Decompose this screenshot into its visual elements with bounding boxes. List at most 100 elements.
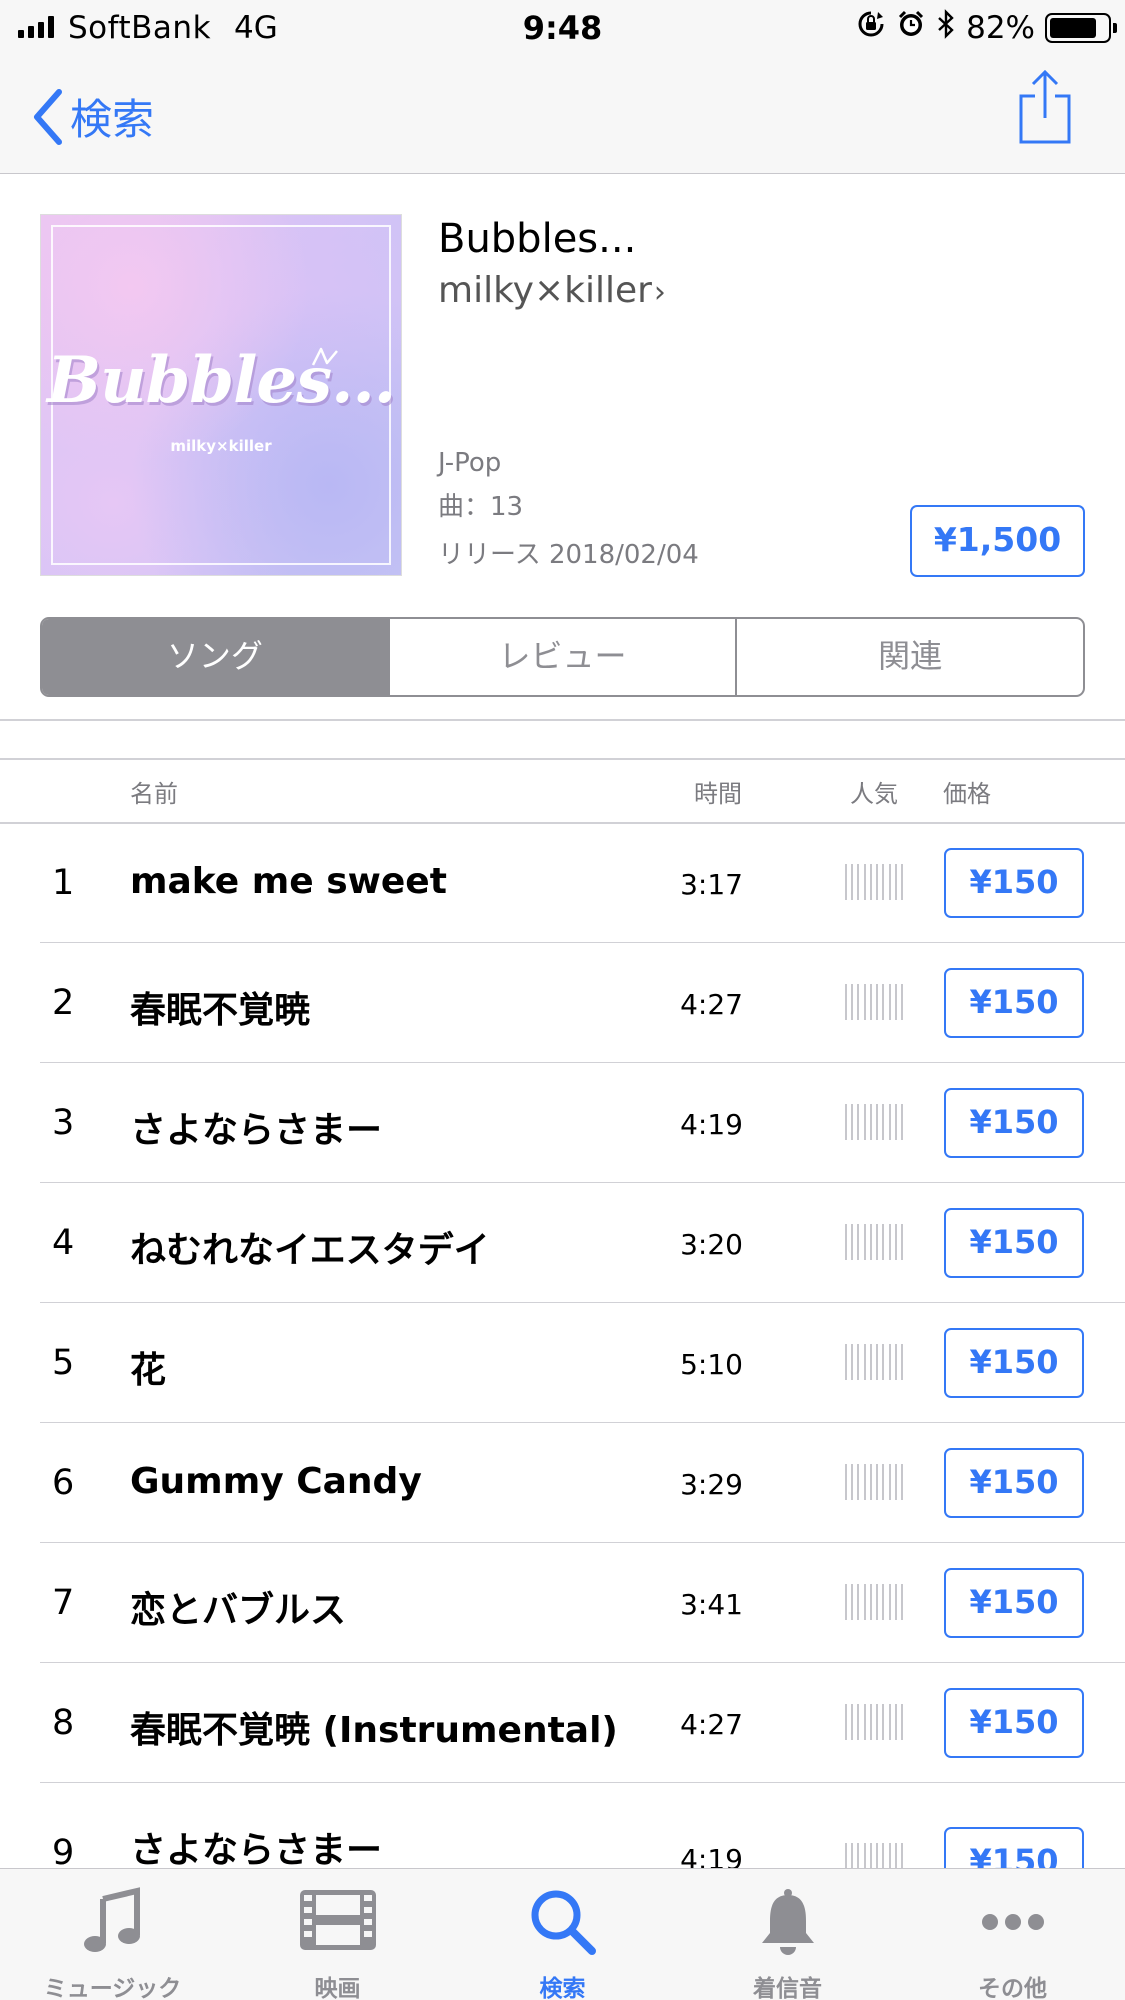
divider: [0, 719, 1125, 721]
track-duration: 4:27: [680, 1708, 743, 1741]
segment-songs[interactable]: ソング: [42, 619, 388, 695]
tab-label: その他: [978, 1976, 1047, 2000]
track-duration: 3:17: [680, 868, 743, 901]
tab-bar: ミュージック 映画 検索 着信音 その他: [0, 1868, 1125, 2000]
popularity-meter: [845, 1104, 903, 1140]
segmented-control: ソング レビュー 関連: [40, 617, 1085, 697]
track-title: Gummy Candy: [130, 1461, 422, 1502]
track-number: 7: [52, 1583, 75, 1623]
track-duration: 3:41: [680, 1588, 743, 1621]
track-duration: 3:20: [680, 1228, 743, 1261]
popularity-meter: [845, 864, 903, 900]
status-bar: SoftBank 4G 9:48 82%: [0, 0, 1125, 56]
divider: [0, 758, 1125, 760]
rotation-lock-icon: [856, 9, 886, 47]
track-row[interactable]: 8 春眠不覚暁 (Instrumental) 4:27 ¥150: [0, 1663, 1125, 1783]
track-row[interactable]: 3 さよならさまー 4:19 ¥150: [0, 1063, 1125, 1183]
track-list: 1 make me sweet 3:17 ¥150 2 春眠不覚暁 4:27 ¥…: [0, 823, 1125, 1903]
track-number: 2: [52, 983, 75, 1023]
track-price-button[interactable]: ¥150: [944, 1448, 1084, 1518]
back-button[interactable]: 検索: [30, 86, 154, 147]
track-title: さよならさまー: [130, 1830, 383, 1871]
search-icon: [531, 1890, 596, 1955]
track-title: 春眠不覚暁 (Instrumental): [130, 1710, 618, 1751]
tab-label: ミュージック: [43, 1976, 182, 2000]
tab-label: 着信音: [753, 1976, 822, 2000]
share-button[interactable]: [1015, 66, 1075, 150]
track-number: 9: [52, 1833, 75, 1873]
popularity-meter: [845, 1464, 903, 1500]
track-price-button[interactable]: ¥150: [944, 1088, 1084, 1158]
tab-ringtones[interactable]: 着信音: [675, 1869, 900, 2000]
track-price-button[interactable]: ¥150: [944, 1208, 1084, 1278]
tab-label: 検索: [539, 1976, 586, 2000]
tab-movies[interactable]: 映画: [225, 1869, 450, 2000]
column-header-popularity: 人気: [850, 780, 898, 808]
artwork-title: Bubbles...: [46, 343, 396, 418]
tab-label: 映画: [314, 1976, 361, 2000]
track-title: 春眠不覚暁: [130, 990, 311, 1031]
popularity-meter: [845, 984, 903, 1020]
column-header-time: 時間: [694, 780, 742, 808]
album-track-count: 曲：13: [438, 492, 524, 522]
popularity-meter: [845, 1704, 903, 1740]
track-price-button[interactable]: ¥150: [944, 848, 1084, 918]
album-price-button[interactable]: ¥1,500: [910, 505, 1085, 577]
popularity-meter: [845, 1584, 903, 1620]
track-price-button[interactable]: ¥150: [944, 1688, 1084, 1758]
track-title: make me sweet: [130, 861, 447, 902]
album-artwork[interactable]: Bubbles... milky×killer: [40, 214, 402, 576]
column-header-price: 価格: [943, 780, 991, 808]
battery-icon: [1045, 13, 1117, 43]
tab-search[interactable]: 検索: [450, 1869, 675, 2000]
track-price-button[interactable]: ¥150: [944, 1568, 1084, 1638]
track-number: 8: [52, 1703, 75, 1743]
artwork-subtitle: milky×killer: [170, 437, 272, 455]
track-duration: 4:27: [680, 988, 743, 1021]
track-title: 恋とバブルス: [130, 1590, 347, 1631]
track-title: ねむれなイエスタデイ: [130, 1230, 490, 1271]
navigation-bar: 検索: [0, 56, 1125, 174]
bell-icon: [761, 1889, 814, 1955]
tab-more[interactable]: その他: [900, 1869, 1125, 2000]
track-price-button[interactable]: ¥150: [944, 1328, 1084, 1398]
bluetooth-icon: [936, 9, 956, 47]
itunes-store-album-page: SoftBank 4G 9:48 82% 検索 Bubbles... milky…: [0, 0, 1125, 2000]
segment-related[interactable]: 関連: [735, 619, 1083, 695]
track-row[interactable]: 6 Gummy Candy 3:29 ¥150: [0, 1423, 1125, 1543]
film-icon: [299, 1890, 376, 1950]
tab-music[interactable]: ミュージック: [0, 1869, 225, 2000]
back-button-label: 検索: [70, 95, 155, 144]
track-price-button[interactable]: ¥150: [944, 968, 1084, 1038]
share-icon: [1015, 69, 1075, 150]
more-icon: [981, 1914, 1044, 1930]
column-header-name: 名前: [130, 780, 178, 808]
track-row[interactable]: 1 make me sweet 3:17 ¥150: [0, 823, 1125, 943]
track-title: 花: [130, 1350, 167, 1391]
track-number: 4: [52, 1223, 75, 1263]
track-row[interactable]: 2 春眠不覚暁 4:27 ¥150: [0, 943, 1125, 1063]
music-note-icon: [83, 1887, 140, 1952]
album-genre: J-Pop: [438, 448, 502, 478]
track-number: 3: [52, 1103, 75, 1143]
album-title: Bubbles...: [438, 216, 637, 262]
segment-reviews[interactable]: レビュー: [387, 619, 736, 695]
track-duration: 4:19: [680, 1108, 743, 1141]
alarm-icon: [896, 9, 926, 47]
album-release-date: リリース 2018/02/04: [438, 540, 699, 570]
track-number: 5: [52, 1343, 75, 1383]
track-number: 6: [52, 1463, 75, 1503]
artist-link[interactable]: milky×killer›: [438, 270, 666, 311]
chevron-right-icon: ›: [653, 275, 666, 310]
track-row[interactable]: 5 花 5:10 ¥150: [0, 1303, 1125, 1423]
track-number: 1: [52, 863, 75, 903]
track-row[interactable]: 7 恋とバブルス 3:41 ¥150: [0, 1543, 1125, 1663]
track-row[interactable]: 4 ねむれなイエスタデイ 3:20 ¥150: [0, 1183, 1125, 1303]
popularity-meter: [845, 1344, 903, 1380]
battery-percent: 82%: [966, 10, 1035, 46]
track-duration: 5:10: [680, 1348, 743, 1381]
track-duration: 3:29: [680, 1468, 743, 1501]
track-title: さよならさまー: [130, 1110, 383, 1151]
popularity-meter: [845, 1224, 903, 1260]
chevron-left-icon: [30, 88, 64, 146]
